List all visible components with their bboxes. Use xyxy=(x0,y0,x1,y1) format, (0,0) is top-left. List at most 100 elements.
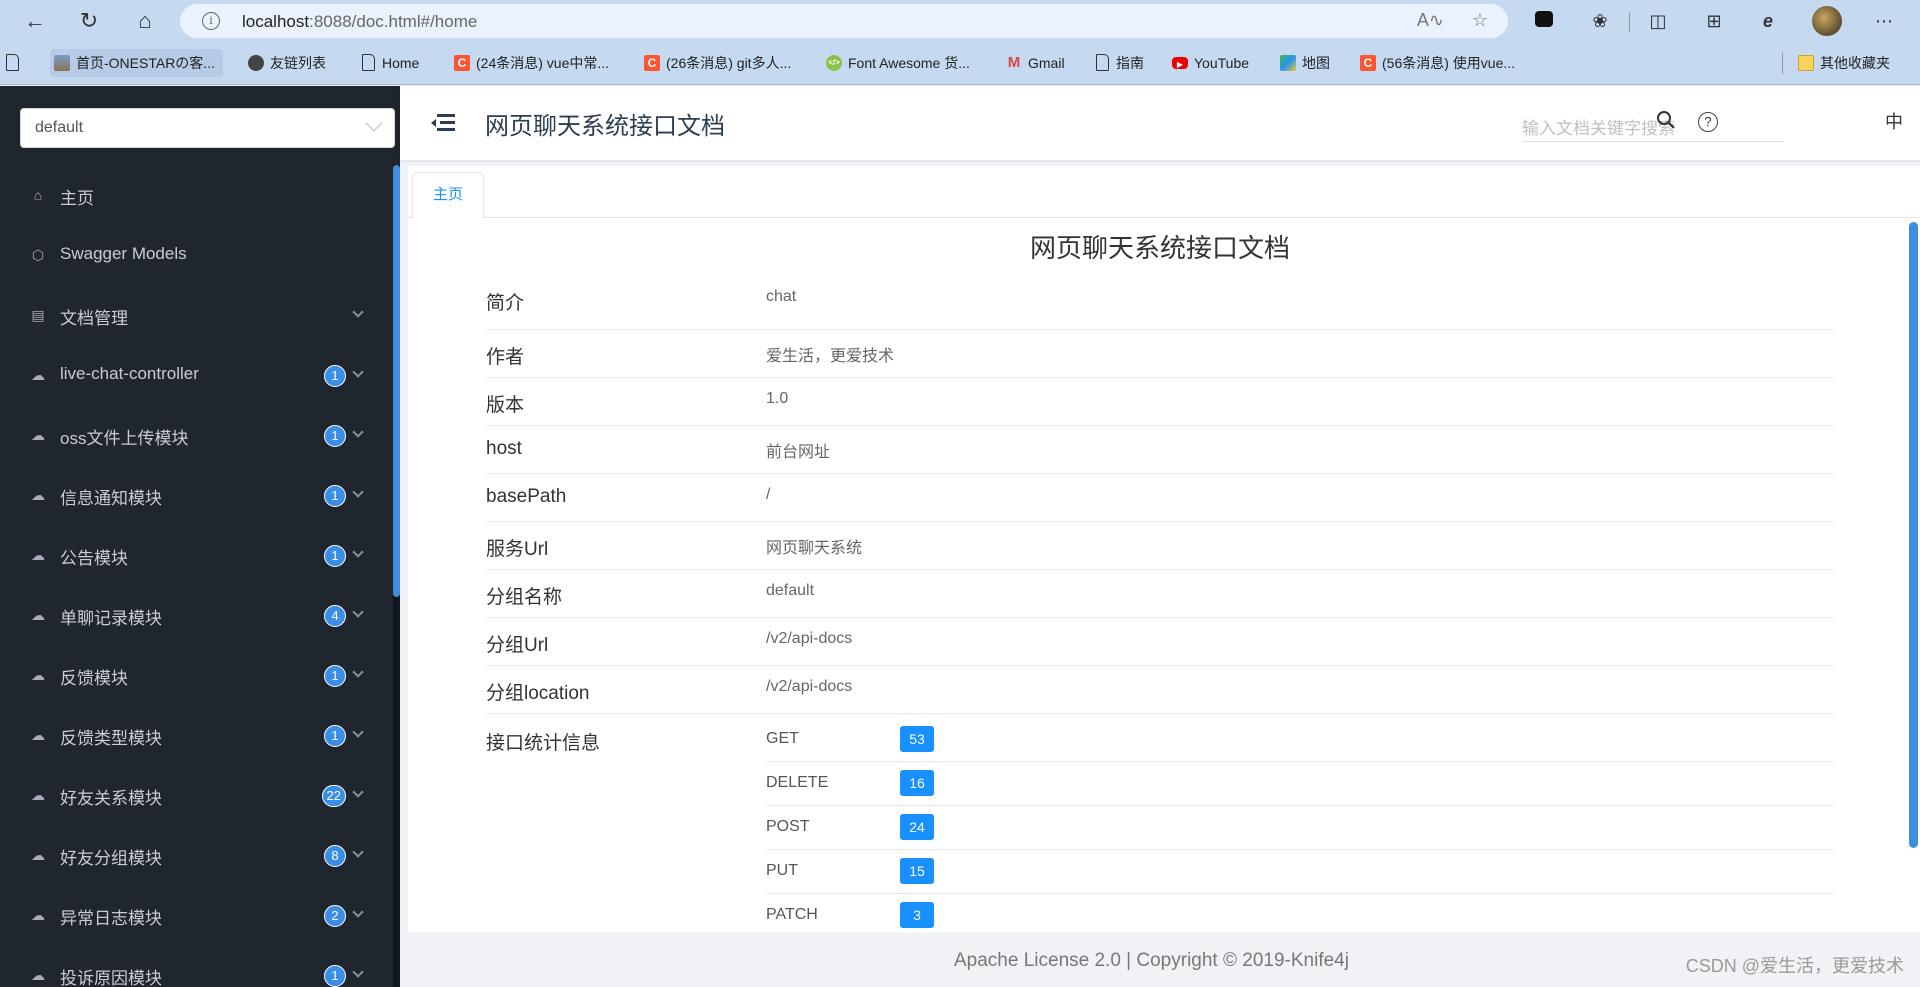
sidebar-item-label: 好友分组模块 xyxy=(60,849,162,868)
info-key: 简介 xyxy=(486,293,525,314)
sidebar-item-label: 主页 xyxy=(60,189,94,208)
sidebar-item[interactable]: ☁ 异常日志模块 2 xyxy=(0,886,392,946)
sidebar-item[interactable]: ☁ 反馈类型模块 1 xyxy=(0,706,392,766)
ie-mode-icon[interactable]: e xyxy=(1756,9,1780,33)
group-select[interactable]: default xyxy=(20,108,395,148)
bookmark-item[interactable]: </> Font Awesome 货... xyxy=(822,49,970,77)
url-text[interactable]: localhost:8088/doc.html#/home xyxy=(242,12,477,32)
more-menu-icon[interactable]: ⋯ xyxy=(1872,9,1896,33)
bookmark-item[interactable]: C (26条消息) git多人... xyxy=(640,49,791,77)
count-badge: 1 xyxy=(324,425,346,447)
count-badge: 22 xyxy=(321,785,346,807)
sidebar-item-label: oss文件上传模块 xyxy=(60,429,189,448)
bookmark-item[interactable]: 首页-ONESTARの客... xyxy=(50,49,223,77)
home-icon[interactable]: ⌂ xyxy=(132,8,158,34)
info-value: 网页聊天系统 xyxy=(766,540,863,557)
chevron-down-icon[interactable] xyxy=(352,606,364,618)
csdn-icon: C xyxy=(454,55,470,71)
info-row: 服务Url 网页聊天系统 xyxy=(486,522,1834,570)
chevron-down-icon[interactable] xyxy=(352,846,364,858)
watermark: CSDN @爱生活，更爱技术 xyxy=(1685,956,1904,976)
doc-settings-icon: ▤ xyxy=(31,307,45,323)
chevron-down-icon[interactable] xyxy=(352,666,364,678)
bookmark-item[interactable]: M Gmail xyxy=(1002,49,1065,77)
info-value: 前台网址 xyxy=(766,444,831,461)
http-method: DELETE xyxy=(766,774,829,791)
search-icon[interactable] xyxy=(1654,110,1678,134)
site-info-icon[interactable]: i xyxy=(202,12,220,30)
toolbar-divider xyxy=(1629,12,1630,32)
browser-toolbar: ← ↻ ⌂ i localhost:8088/doc.html#/home A∿… xyxy=(0,0,1920,42)
bookmark-label: (56条消息) 使用vue... xyxy=(1382,55,1516,71)
help-icon[interactable]: ? xyxy=(1698,112,1718,132)
extensions-puzzle-icon[interactable]: ❀ xyxy=(1588,9,1612,33)
sidebar-item[interactable]: ☁ 好友分组模块 8 xyxy=(0,826,392,886)
sidebar-item[interactable]: ☁ 投诉原因模块 1 xyxy=(0,946,392,987)
tab-home[interactable]: 主页 xyxy=(412,172,484,219)
chevron-down-icon[interactable] xyxy=(352,306,364,318)
profile-avatar[interactable] xyxy=(1812,6,1842,36)
count-badge: 4 xyxy=(324,605,346,627)
bookmark-item[interactable]: 友链列表 xyxy=(244,49,326,77)
sidebar-item[interactable]: ☁ live-chat-controller 1 xyxy=(0,346,392,406)
bookmark-item[interactable] xyxy=(0,49,26,77)
http-method: PUT xyxy=(766,862,798,879)
sidebar-item[interactable]: ☁ 信息通知模块 1 xyxy=(0,466,392,526)
chevron-down-icon[interactable] xyxy=(352,726,364,738)
info-value: /v2/api-docs xyxy=(766,678,853,695)
chevron-down-icon[interactable] xyxy=(352,786,364,798)
info-key: 版本 xyxy=(486,395,525,416)
sidebar-item[interactable]: ⌂ 主页 xyxy=(0,166,392,226)
chevron-down-icon[interactable] xyxy=(352,366,364,378)
model-icon: ⬡ xyxy=(31,247,45,263)
chevron-down-icon[interactable] xyxy=(352,906,364,918)
sidebar-item[interactable]: ☁ 单聊记录模块 4 xyxy=(0,586,392,646)
http-method: GET xyxy=(766,730,799,747)
bookmark-item[interactable]: ▶ YouTube xyxy=(1168,49,1249,77)
bookmark-label: Font Awesome 货... xyxy=(848,55,970,71)
split-screen-icon[interactable]: ◫ xyxy=(1646,9,1670,33)
chevron-down-icon[interactable] xyxy=(352,966,364,978)
chevron-down-icon[interactable] xyxy=(352,486,364,498)
api-cloud-icon: ☁ xyxy=(31,847,45,863)
bookmark-item[interactable]: C (56条消息) 使用vue... xyxy=(1356,49,1515,77)
extension-icon[interactable] xyxy=(1532,9,1556,33)
group-select-value: default xyxy=(35,119,84,136)
language-switch[interactable]: 中 xyxy=(1882,110,1906,134)
gmail-icon: M xyxy=(1007,54,1021,71)
count-badge: 8 xyxy=(324,845,346,867)
bookmark-item[interactable]: 指南 xyxy=(1090,49,1144,77)
doc-icon xyxy=(362,54,375,71)
sidebar-scrollbar[interactable] xyxy=(393,165,400,597)
chevron-down-icon[interactable] xyxy=(352,426,364,438)
content-scrollbar[interactable] xyxy=(1909,222,1918,848)
favorite-star-icon[interactable]: ☆ xyxy=(1472,10,1488,31)
sidebar-item-label: 投诉原因模块 xyxy=(60,969,162,987)
map-icon xyxy=(1280,55,1296,71)
bookmark-label: 其他收藏夹 xyxy=(1820,55,1890,71)
bookmark-item[interactable]: 地图 xyxy=(1276,49,1330,77)
collapse-menu-icon[interactable] xyxy=(431,114,455,132)
info-row: 简介 chat xyxy=(486,276,1834,330)
count-badge: 1 xyxy=(324,545,346,567)
sidebar-item[interactable]: ▤ 文档管理 xyxy=(0,286,392,346)
reload-icon[interactable]: ↻ xyxy=(76,8,102,34)
address-bar[interactable]: i localhost:8088/doc.html#/home A∿ ☆ xyxy=(180,4,1508,38)
url-host: localhost xyxy=(242,12,310,31)
search-input[interactable]: 输入文档关键字搜索 xyxy=(1522,108,1784,142)
sidebar-item[interactable]: ⬡ Swagger Models xyxy=(0,226,392,286)
collections-icon[interactable]: ⊞ xyxy=(1702,9,1726,33)
chevron-down-icon[interactable] xyxy=(352,546,364,558)
sidebar-item-label: 信息通知模块 xyxy=(60,489,162,508)
bookmark-item[interactable]: C (24条消息) vue中常... xyxy=(450,49,609,77)
count-badge: 1 xyxy=(324,725,346,747)
sidebar-item[interactable]: ☁ 反馈模块 1 xyxy=(0,646,392,706)
back-icon[interactable]: ← xyxy=(22,8,48,34)
sidebar-item[interactable]: ☁ 好友关系模块 22 xyxy=(0,766,392,826)
read-aloud-icon[interactable]: A∿ xyxy=(1417,10,1444,31)
bookmark-item[interactable]: Home xyxy=(356,49,419,77)
bookmark-item[interactable]: 其他收藏夹 xyxy=(1794,49,1890,77)
info-key: 服务Url xyxy=(486,539,549,560)
sidebar-item[interactable]: ☁ 公告模块 1 xyxy=(0,526,392,586)
sidebar-item[interactable]: ☁ oss文件上传模块 1 xyxy=(0,406,392,466)
